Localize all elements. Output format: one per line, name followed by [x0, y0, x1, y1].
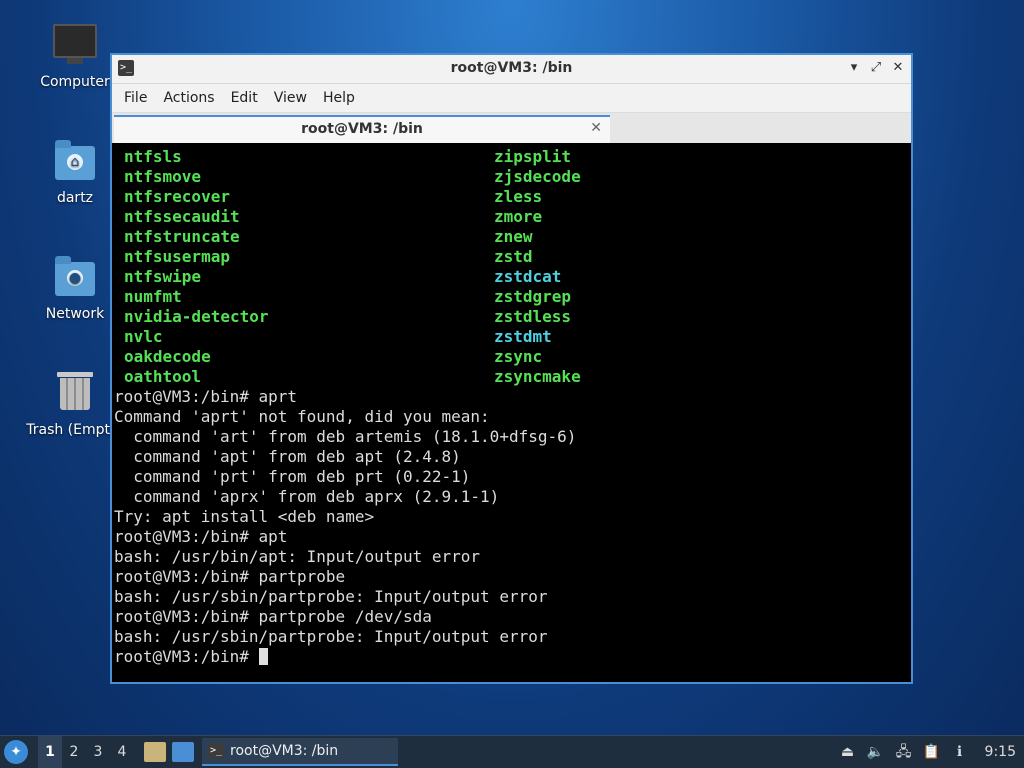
trash-icon	[53, 372, 97, 416]
terminal-window[interactable]: >_ root@VM3: /bin ▾ ⤢ ✕ File Actions Edi…	[110, 53, 913, 684]
computer-icon	[53, 24, 97, 68]
ls-output-row: ntfswipe zstdcat	[114, 267, 911, 287]
tab-label: root@VM3: /bin	[301, 121, 423, 137]
ls-entry-left: oakdecode	[124, 347, 211, 366]
clipboard-icon[interactable]: 📋	[923, 743, 941, 761]
terminal-line: Try: apt install <deb name>	[114, 507, 375, 526]
ls-output-row: ntfsls zipsplit	[114, 147, 911, 167]
ls-output-row: ntfssecaudit zmore	[114, 207, 911, 227]
ls-output-row: ntfsmove zjsdecode	[114, 167, 911, 187]
ls-output-row: ntfsrecover zless	[114, 187, 911, 207]
window-title: root@VM3: /bin	[450, 60, 573, 76]
ls-output-row: nvidia-detector zstdless	[114, 307, 911, 327]
terminal-line: root@VM3:/bin# partprobe /dev/sda	[114, 607, 432, 626]
menu-file[interactable]: File	[116, 90, 155, 106]
terminal-line: command 'art' from deb artemis (18.1.0+d…	[114, 427, 577, 446]
ls-entry-right: zstdless	[494, 307, 572, 326]
terminal-cursor	[258, 648, 268, 665]
terminal-line: root@VM3:/bin# partprobe	[114, 567, 346, 586]
network-icon[interactable]: 🖧	[895, 743, 913, 761]
terminal-line: root@VM3:/bin# apt	[114, 527, 288, 546]
update-notifier-icon[interactable]: ⏏	[839, 743, 857, 761]
close-icon[interactable]: ✕	[891, 59, 905, 77]
terminal-line: root@VM3:/bin# aprt	[114, 387, 298, 406]
terminal-line: command 'aprx' from deb aprx (2.9.1-1)	[114, 487, 500, 506]
workspace-1[interactable]: 1	[38, 736, 62, 768]
clock[interactable]: 9:15	[985, 744, 1016, 760]
ls-entry-left: ntfsmove	[124, 167, 202, 186]
tab-bar: root@VM3: /bin ✕	[112, 113, 911, 143]
ls-entry-right: zmore	[494, 207, 543, 226]
ls-entry-right: zless	[494, 187, 543, 206]
tab-terminal[interactable]: root@VM3: /bin ✕	[114, 115, 610, 143]
menu-help[interactable]: Help	[315, 90, 363, 106]
terminal-line: bash: /usr/sbin/partprobe: Input/output …	[114, 627, 548, 646]
ls-entry-right: zjsdecode	[494, 167, 581, 186]
terminal-prompt: root@VM3:/bin#	[114, 647, 259, 666]
ls-entry-left: ntfstruncate	[124, 227, 240, 246]
start-menu-icon[interactable]: ✦	[4, 740, 28, 764]
ls-entry-right: zsyncmake	[494, 367, 581, 386]
ls-entry-left: ntfsrecover	[124, 187, 230, 206]
terminal-line: command 'prt' from deb prt (0.22-1)	[114, 467, 471, 486]
menu-edit[interactable]: Edit	[223, 90, 266, 106]
terminal-line: Command 'aprt' not found, did you mean:	[114, 407, 490, 426]
ls-output-row: numfmt zstdgrep	[114, 287, 911, 307]
ls-entry-right: zstdgrep	[494, 287, 572, 306]
notification-icon[interactable]: ℹ	[951, 743, 969, 761]
ls-output-row: ntfsusermap zstd	[114, 247, 911, 267]
ls-entry-left: numfmt	[124, 287, 182, 306]
window-titlebar[interactable]: >_ root@VM3: /bin ▾ ⤢ ✕	[112, 55, 911, 84]
network-folder-icon: ●	[53, 256, 97, 300]
terminal-line: command 'apt' from deb apt (2.4.8)	[114, 447, 461, 466]
ls-entry-left: ntfssecaudit	[124, 207, 240, 226]
ls-entry-right: zstd	[494, 247, 533, 266]
workspace-4[interactable]: 4	[110, 744, 134, 760]
maximize-icon[interactable]: ⤢	[869, 59, 883, 77]
ls-entry-right: zsync	[494, 347, 543, 366]
workspace-2[interactable]: 2	[62, 744, 86, 760]
ls-entry-right: zipsplit	[494, 147, 572, 166]
workspace-3[interactable]: 3	[86, 744, 110, 760]
menu-view[interactable]: View	[266, 90, 315, 106]
ls-entry-left: nvlc	[124, 327, 163, 346]
terminal-icon: >_	[208, 743, 224, 759]
ls-entry-left: ntfsls	[124, 147, 182, 166]
taskbar-task-label: root@VM3: /bin	[230, 743, 339, 759]
tab-close-icon[interactable]: ✕	[590, 120, 602, 136]
ls-entry-right: znew	[494, 227, 533, 246]
ls-entry-left: ntfsusermap	[124, 247, 230, 266]
ls-entry-left: ntfswipe	[124, 267, 202, 286]
file-manager-launcher-icon[interactable]	[144, 742, 166, 762]
ls-entry-left: nvidia-detector	[124, 307, 269, 326]
ls-output-row: ntfstruncate znew	[114, 227, 911, 247]
minimize-icon[interactable]: ▾	[847, 59, 861, 77]
taskbar: ✦ 1 2 3 4 >_ root@VM3: /bin ⏏ 🔈 🖧 📋 ℹ 9:…	[0, 735, 1024, 768]
terminal-line: bash: /usr/bin/apt: Input/output error	[114, 547, 481, 566]
taskbar-task-terminal[interactable]: >_ root@VM3: /bin	[202, 738, 398, 766]
ls-entry-right: zstdcat	[494, 267, 562, 286]
menubar: File Actions Edit View Help	[112, 84, 911, 113]
terminal-line: bash: /usr/sbin/partprobe: Input/output …	[114, 587, 548, 606]
ls-entry-left: oathtool	[124, 367, 202, 386]
show-desktop-icon[interactable]	[172, 742, 194, 762]
home-folder-icon: ⌂	[53, 140, 97, 184]
menu-actions[interactable]: Actions	[155, 90, 222, 106]
ls-entry-right: zstdmt	[494, 327, 552, 346]
system-tray: ⏏ 🔈 🖧 📋 ℹ 9:15	[839, 736, 1016, 768]
ls-output-row: oathtool zsyncmake	[114, 367, 911, 387]
ls-output-row: nvlc zstdmt	[114, 327, 911, 347]
terminal-output[interactable]: ntfsls zipsplit ntfsmove zjsdecode ntfsrecov…	[112, 143, 911, 682]
terminal-prompt-line: root@VM3:/bin#	[114, 647, 911, 667]
ls-output-row: oakdecode zsync	[114, 347, 911, 367]
volume-icon[interactable]: 🔈	[867, 743, 885, 761]
